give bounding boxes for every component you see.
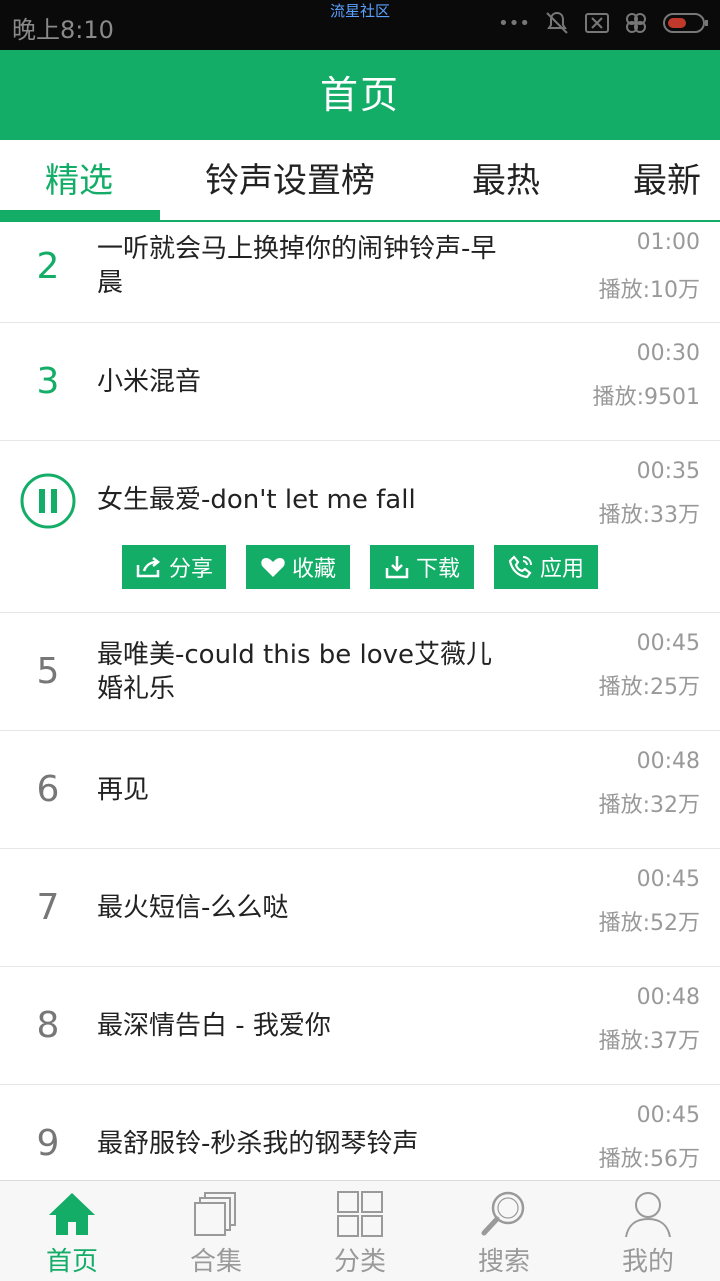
song-title: 最唯美-could this be love艾薇儿婚礼乐 xyxy=(97,639,493,704)
signal-dots-icon: ••• xyxy=(498,12,530,34)
song-title: 一听就会马上换掉你的闹钟铃声-早晨 xyxy=(97,234,497,298)
profile-icon xyxy=(625,1192,671,1238)
app-header: 首页 xyxy=(0,50,720,140)
rank-number: 6 xyxy=(36,769,60,810)
list-item[interactable]: 6 再见 00:48 播放:32万 xyxy=(0,731,720,849)
song-title: 小米混音 xyxy=(97,366,202,397)
heart-icon xyxy=(261,558,285,577)
list-item[interactable]: 3 小米混音 00:30 播放:9501 xyxy=(0,323,720,441)
song-title: 再见 xyxy=(97,774,150,805)
list-item-playing[interactable]: 女生最爱-don't let me fall 00:35 播放:33万 分享 收… xyxy=(0,441,720,613)
song-title: 最火短信-么么哒 xyxy=(97,892,289,923)
nav-search-label: 搜索 xyxy=(477,1247,530,1277)
rank-number: 2 xyxy=(36,246,60,287)
song-title: 最深情告白 - 我爱你 xyxy=(97,1010,331,1041)
category-grid-icon xyxy=(337,1191,383,1237)
list-item[interactable]: 5 最唯美-could this be love艾薇儿婚礼乐 00:45 播放:… xyxy=(0,613,720,731)
song-plays: 播放:52万 xyxy=(598,911,700,936)
song-actions: 分享 收藏 下载 应用 xyxy=(122,545,598,589)
apply-button[interactable]: 应用 xyxy=(494,545,598,589)
song-duration: 00:45 xyxy=(636,631,700,656)
nav-collection[interactable]: 合集 xyxy=(144,1181,288,1281)
download-label: 下载 xyxy=(415,557,460,582)
tab-newest[interactable]: 最新 xyxy=(633,140,701,220)
clover-icon xyxy=(626,13,646,33)
collection-icon xyxy=(194,1192,236,1236)
nav-category[interactable]: 分类 xyxy=(288,1181,432,1281)
song-duration: 00:48 xyxy=(636,985,700,1010)
rank-number: 5 xyxy=(36,651,60,692)
tab-hottest[interactable]: 最热 xyxy=(472,140,540,220)
apply-label: 应用 xyxy=(539,557,584,582)
song-plays: 播放:56万 xyxy=(598,1147,700,1172)
pause-icon[interactable] xyxy=(20,473,76,529)
rank-number: 3 xyxy=(36,361,60,402)
song-duration: 00:45 xyxy=(636,867,700,892)
phone-ring-icon xyxy=(508,555,532,579)
rank-number: 7 xyxy=(36,887,60,928)
list-item[interactable]: 2 一听就会马上换掉你的闹钟铃声-早晨 01:00 播放:10万 xyxy=(0,222,720,323)
nav-profile-label: 我的 xyxy=(621,1247,674,1277)
sim-icon xyxy=(585,13,609,33)
song-duration: 00:45 xyxy=(636,1103,700,1128)
tab-featured[interactable]: 精选 xyxy=(45,140,113,220)
page-title: 首页 xyxy=(319,73,400,117)
share-button[interactable]: 分享 xyxy=(122,545,226,589)
rank-number: 8 xyxy=(36,1005,60,1046)
song-duration: 00:30 xyxy=(636,341,700,366)
nav-home[interactable]: 首页 xyxy=(0,1181,144,1281)
ringtone-list: 2 一听就会马上换掉你的闹钟铃声-早晨 01:00 播放:10万 3 小米混音 … xyxy=(0,222,720,1202)
nav-home-label: 首页 xyxy=(45,1247,98,1277)
download-button[interactable]: 下载 xyxy=(370,545,474,589)
nav-profile[interactable]: 我的 xyxy=(576,1181,720,1281)
status-bar: 晚上8:10 流星社区 ••• xyxy=(0,0,720,50)
list-item[interactable]: 7 最火短信-么么哒 00:45 播放:52万 xyxy=(0,849,720,967)
share-label: 分享 xyxy=(168,557,213,582)
song-plays: 播放:32万 xyxy=(598,793,700,818)
song-plays: 播放:33万 xyxy=(598,503,700,528)
status-icons: ••• xyxy=(498,10,710,36)
song-duration: 00:48 xyxy=(636,749,700,774)
song-title: 女生最爱-don't let me fall xyxy=(97,484,416,515)
tab-active-indicator xyxy=(0,210,160,220)
nav-collection-label: 合集 xyxy=(189,1247,242,1277)
download-icon xyxy=(385,556,409,579)
home-icon xyxy=(49,1193,95,1235)
bell-muted-icon xyxy=(546,11,568,34)
bottom-nav: 首页 合集 分类 搜索 我的 xyxy=(0,1180,720,1281)
share-icon xyxy=(136,557,160,578)
favorite-label: 收藏 xyxy=(291,557,336,582)
list-item[interactable]: 8 最深情告白 - 我爱你 00:48 播放:37万 xyxy=(0,967,720,1085)
nav-category-label: 分类 xyxy=(333,1247,386,1277)
song-plays: 播放:37万 xyxy=(598,1029,700,1054)
battery-icon xyxy=(663,13,708,33)
search-icon xyxy=(481,1191,525,1236)
song-plays: 播放:9501 xyxy=(592,385,700,410)
favorite-button[interactable]: 收藏 xyxy=(246,545,350,589)
song-plays: 播放:25万 xyxy=(598,675,700,700)
song-duration: 00:35 xyxy=(636,459,700,484)
tab-ringtone-chart[interactable]: 铃声设置榜 xyxy=(205,140,375,220)
nav-search[interactable]: 搜索 xyxy=(432,1181,576,1281)
song-plays: 播放:10万 xyxy=(598,278,700,303)
song-duration: 01:00 xyxy=(636,230,700,255)
